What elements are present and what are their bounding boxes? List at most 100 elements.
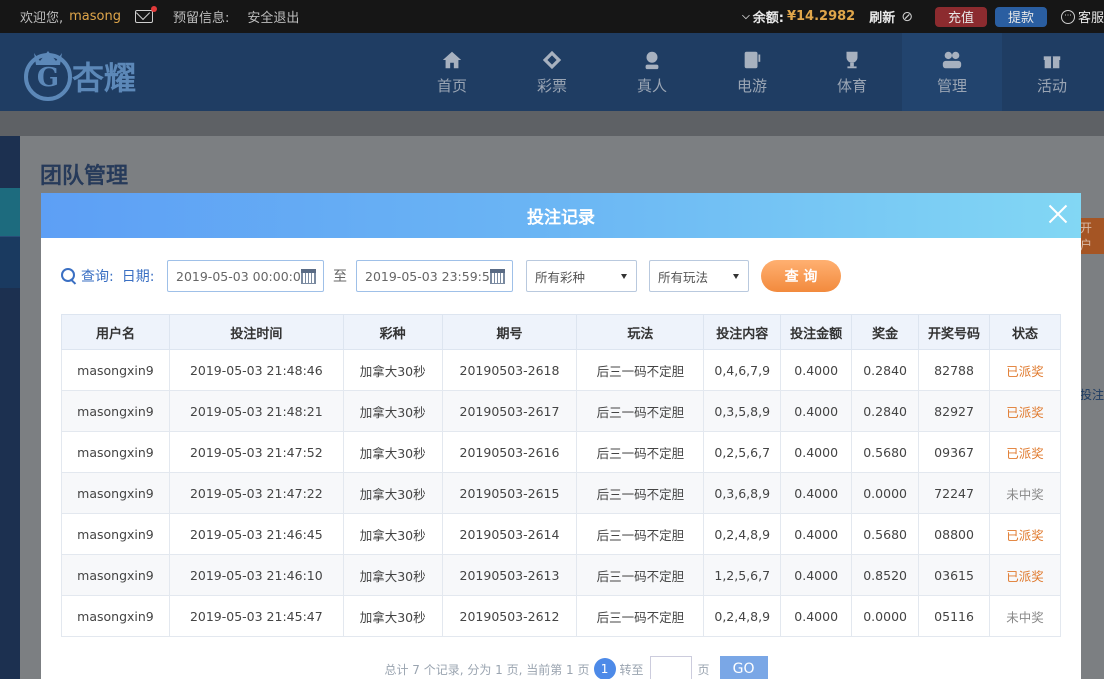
cell-play: 后三一码不定胆 (576, 595, 705, 637)
cell-status: 已派奖 (989, 554, 1061, 596)
cell-prize: 0.5680 (851, 431, 920, 473)
date-to-input[interactable]: 2019-05-03 23:59:59 (356, 260, 513, 292)
cell-content: 0,4,6,7,9 (703, 349, 782, 391)
calendar-icon[interactable] (301, 269, 316, 284)
nav-label: 真人 (636, 76, 667, 95)
calendar-icon[interactable] (490, 269, 505, 284)
cell-issue: 20190503-2615 (441, 472, 578, 514)
cell-status: 未中奖 (989, 472, 1061, 514)
cell-lottery: 加拿大30秒 (342, 349, 443, 391)
modal-title: 投注记录 (527, 208, 595, 228)
table-header-row: 用户名 投注时间 彩种 期号 玩法 投注内容 投注金额 奖金 开奖号码 状态 (61, 314, 1061, 350)
cell-amount: 0.4000 (780, 431, 853, 473)
page-title: 团队管理 (40, 164, 129, 189)
date-from-input[interactable]: 2019-05-03 00:00:00 (167, 260, 324, 292)
cell-lottery: 加拿大30秒 (342, 595, 443, 637)
play-select[interactable]: 所有玩法 (649, 260, 749, 292)
cell-status: 已派奖 (989, 513, 1061, 555)
customer-service-label: 客服 (1077, 11, 1104, 26)
cell-lottery: 加拿大30秒 (342, 513, 443, 555)
cell-time: 2019-05-03 21:46:10 (168, 554, 344, 596)
balance-value: ¥14.2982 (786, 9, 856, 24)
slot-icon (744, 51, 761, 68)
customer-service-button[interactable]: ··· 客服 (1060, 7, 1104, 26)
chat-icon: ··· (1060, 9, 1075, 24)
cell-issue: 20190503-2618 (441, 349, 578, 391)
balance[interactable]: ⌵ 余额: ¥14.2982 (742, 7, 855, 26)
username[interactable]: masong (69, 9, 121, 24)
cell-issue: 20190503-2612 (441, 595, 578, 637)
bet-records-modal: 投注记录 查询: 日期: 2019-05-03 00:00:00 至 2019-… (41, 193, 1081, 679)
nav-lottery[interactable]: 彩票 (502, 33, 602, 111)
cell-time: 2019-05-03 21:48:46 (168, 349, 344, 391)
cell-user: masongxin9 (61, 390, 170, 432)
nav-home[interactable]: 首页 (402, 33, 502, 111)
bet-link[interactable]: 投注 (1080, 386, 1104, 403)
cell-time: 2019-05-03 21:47:52 (168, 431, 344, 473)
close-icon[interactable] (1047, 203, 1069, 225)
nav-label: 体育 (836, 76, 867, 95)
date-from-value: 2019-05-03 00:00:00 (176, 268, 309, 284)
cell-amount: 0.4000 (780, 349, 853, 391)
column-header: 投注时间 (168, 314, 344, 350)
sidebar-tab-active[interactable] (0, 188, 20, 236)
date-label: 日期: (121, 269, 155, 285)
page-suffix: 页 (697, 662, 710, 677)
cell-play: 后三一码不定胆 (576, 554, 705, 596)
cell-draw: 08800 (918, 513, 991, 555)
mail-icon[interactable] (135, 6, 157, 23)
withdraw-button[interactable]: 提款 (994, 6, 1047, 27)
reserve-info-label: 预留信息: (173, 11, 230, 26)
current-page-button[interactable]: 1 (593, 658, 616, 679)
chevron-down-icon: ⌵ (742, 11, 750, 22)
table-row: masongxin9 2019-05-03 21:48:46 加拿大30秒 20190… (61, 349, 1061, 391)
open-account-button[interactable]: 开户 (1080, 218, 1104, 254)
cell-play: 后三一码不定胆 (576, 513, 705, 555)
nav-sports[interactable]: 体育 (802, 33, 902, 111)
table-row: masongxin9 2019-05-03 21:45:47 加拿大30秒 20190… (61, 595, 1061, 637)
play-select-value: 所有玩法 (658, 269, 709, 285)
cell-content: 0,3,5,8,9 (703, 390, 782, 432)
cell-time: 2019-05-03 21:48:21 (168, 390, 344, 432)
main-header: G 杏耀 首页 彩票 真人 电游 体育 管理 活动 (0, 33, 1104, 111)
cell-prize: 0.2840 (851, 349, 920, 391)
cell-issue: 20190503-2616 (441, 431, 578, 473)
cell-play: 后三一码不定胆 (576, 390, 705, 432)
cell-status: 已派奖 (989, 390, 1061, 432)
cell-prize: 0.0000 (851, 595, 920, 637)
lottery-select[interactable]: 所有彩种 (526, 260, 637, 292)
nav-live[interactable]: 真人 (602, 33, 702, 111)
cell-prize: 0.0000 (851, 472, 920, 514)
refresh-button[interactable]: 刷新 (869, 7, 895, 26)
recharge-button[interactable]: 充值 (934, 6, 987, 27)
nav-manage[interactable]: 管理 (902, 33, 1002, 111)
cell-draw: 03615 (918, 554, 991, 596)
date-to-value: 2019-05-03 23:59:59 (365, 268, 498, 284)
unread-dot (151, 6, 157, 12)
nav-slots[interactable]: 电游 (702, 33, 802, 111)
query-bar: 查询: 日期: (61, 260, 162, 292)
go-button[interactable]: GO (719, 656, 768, 679)
nav-label: 彩票 (536, 76, 567, 95)
nav-promotions[interactable]: 活动 (1002, 33, 1102, 111)
cell-user: masongxin9 (61, 472, 170, 514)
cell-content: 0,2,4,8,9 (703, 595, 782, 637)
goto-page-input[interactable] (649, 656, 692, 679)
nav-label: 首页 (436, 76, 467, 95)
cell-user: masongxin9 (61, 431, 170, 473)
column-header: 开奖号码 (918, 314, 991, 350)
gift-icon (1043, 55, 1061, 68)
sidebar-tab[interactable] (0, 236, 20, 288)
cell-draw: 05116 (918, 595, 991, 637)
cell-content: 1,2,5,6,7 (703, 554, 782, 596)
modal-header: 投注记录 (41, 193, 1081, 238)
eye-off-icon[interactable]: ⊘ (901, 9, 913, 25)
main-nav: 首页 彩票 真人 电游 体育 管理 活动 (402, 33, 1102, 111)
cell-issue: 20190503-2614 (441, 513, 578, 555)
logout-link[interactable]: 安全退出 (247, 7, 299, 26)
brand-logo[interactable]: G 杏耀 (22, 39, 172, 105)
svg-text:G: G (37, 63, 59, 93)
cell-draw: 72247 (918, 472, 991, 514)
query-button[interactable]: 查 询 (761, 260, 841, 292)
cell-user: masongxin9 (61, 595, 170, 637)
